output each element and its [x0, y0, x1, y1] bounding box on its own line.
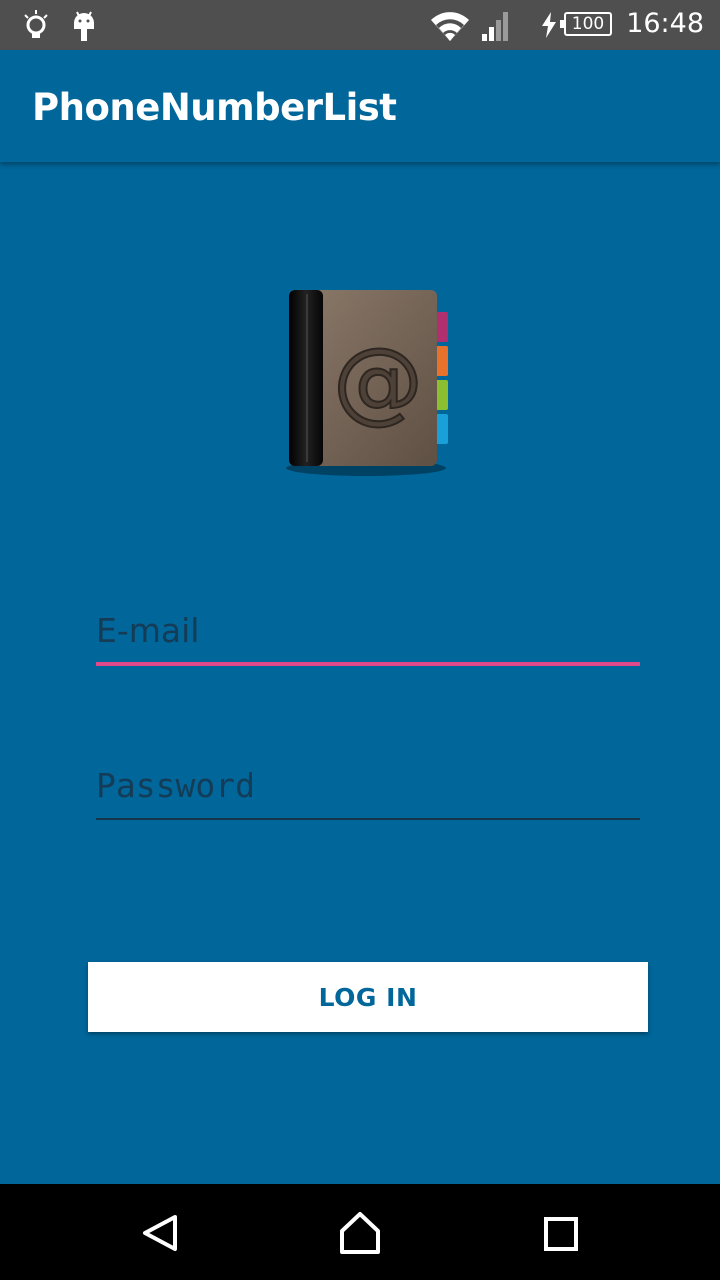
battery-icon: 100 — [560, 12, 612, 36]
address-book-icon: @ — [280, 284, 452, 480]
nav-bar — [0, 1184, 720, 1280]
status-bar: 100 16:48 — [0, 0, 720, 50]
app-title: PhoneNumberList — [32, 86, 397, 129]
wifi-icon — [430, 10, 470, 46]
lightbulb-icon — [22, 9, 50, 47]
email-field[interactable] — [96, 606, 640, 666]
home-icon[interactable] — [325, 1198, 395, 1268]
android-icon — [70, 9, 98, 47]
recents-icon[interactable] — [525, 1198, 595, 1268]
logo-at-symbol: @ — [333, 329, 423, 434]
app-bar: PhoneNumberList — [0, 50, 720, 162]
password-field[interactable] — [96, 760, 640, 820]
back-icon[interactable] — [125, 1198, 195, 1268]
clock: 16:48 — [626, 8, 704, 39]
login-button[interactable]: LOG IN — [88, 962, 648, 1032]
cell-signal-icon — [480, 10, 514, 46]
charging-icon — [540, 12, 558, 42]
